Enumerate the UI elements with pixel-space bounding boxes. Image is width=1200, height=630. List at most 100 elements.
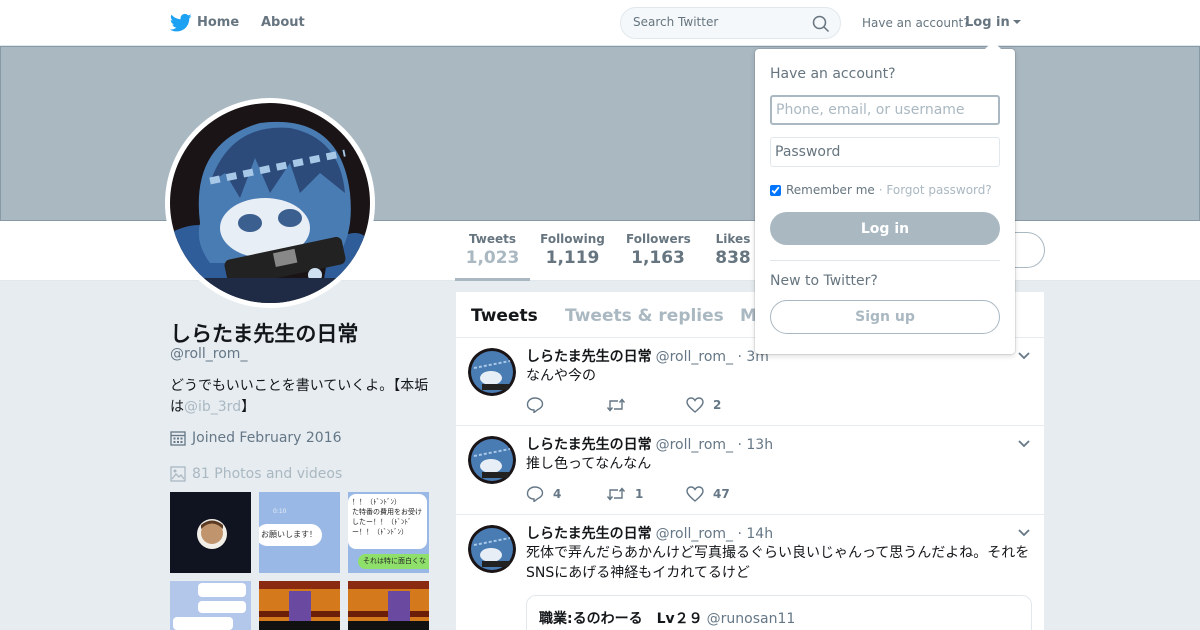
stat-followers[interactable]: Followers 1,163	[626, 232, 691, 268]
heart-icon	[686, 486, 704, 502]
tweet-avatar[interactable]	[468, 525, 516, 573]
tweet-author-name[interactable]: しらたま先生の日常	[526, 526, 652, 542]
twitter-bird-icon[interactable]	[170, 13, 192, 33]
tweet-author-handle[interactable]: @roll_rom_	[656, 437, 733, 453]
stat-value: 1,023	[465, 248, 520, 268]
tweet-header: しらたま先生の日常 @roll_rom_ · 3m	[526, 346, 769, 366]
photos-videos-link[interactable]: 81 Photos and videos	[170, 466, 342, 482]
tweet-author-handle[interactable]: @roll_rom_	[656, 349, 733, 365]
login-button[interactable]: Log in	[770, 212, 1000, 245]
quote-author-handle: @runosan11	[706, 611, 796, 627]
login-dropdown-title: Have an account?	[770, 66, 896, 82]
like-count: 47	[713, 487, 730, 501]
new-to-twitter-text: New to Twitter?	[770, 273, 878, 289]
avatar-image	[468, 436, 516, 484]
profile-avatar[interactable]	[165, 98, 375, 308]
thumbnail-bubble: お願いします！	[259, 524, 322, 546]
tweet[interactable]: しらたま先生の日常 @roll_rom_ · 14h 死体で弄んだらあかんけど写真…	[456, 515, 1044, 630]
thumbnail-text: ー！！（ﾄﾞﾝﾄﾞﾝ）	[352, 528, 408, 536]
heart-icon	[686, 397, 704, 413]
thumbnail-bubble	[198, 601, 246, 613]
search-input[interactable]	[633, 15, 808, 29]
tweet-timestamp[interactable]: · 13h	[738, 437, 774, 453]
retweet-icon	[606, 487, 626, 501]
search-box	[620, 7, 841, 39]
stat-likes[interactable]: Likes 838	[713, 232, 753, 268]
stat-label: Followers	[626, 232, 691, 246]
thumbnail-image	[197, 519, 227, 549]
media-thumbnail[interactable]	[348, 581, 429, 630]
password-field[interactable]	[770, 137, 1000, 167]
thumbnail-bubble	[198, 583, 246, 597]
avatar-image	[170, 103, 370, 303]
tweet-actions: 4 1 47	[526, 486, 766, 502]
signup-button[interactable]: Sign up	[770, 300, 1000, 334]
tweet-author-handle[interactable]: @roll_rom_	[656, 526, 733, 542]
remember-me-row: Remember me · Forgot password?	[770, 183, 992, 197]
photos-count-text: 81 Photos and videos	[192, 466, 343, 482]
profile-bio: どうでもいいことを書いていくよ。【本垢は@ib_3rd】	[170, 376, 435, 418]
retweet-button[interactable]: 1	[606, 487, 686, 501]
thumbnail-time: 0:10	[273, 508, 287, 515]
profile-handle[interactable]: @roll_rom_	[170, 346, 247, 362]
tweet-avatar[interactable]	[468, 436, 516, 484]
tab-tweets-replies[interactable]: Tweets & replies	[565, 306, 724, 326]
media-thumbnail[interactable]	[170, 492, 251, 573]
reply-icon	[526, 397, 544, 413]
avatar-image	[468, 348, 516, 396]
avatar-image	[468, 525, 516, 573]
retweet-icon	[606, 398, 626, 412]
thumbnail-image	[348, 581, 429, 630]
chevron-down-icon[interactable]	[1018, 440, 1030, 448]
thumbnail-bubble: それは特に面白くな	[358, 554, 429, 569]
stat-label: Tweets	[468, 232, 517, 246]
like-button[interactable]: 2	[686, 397, 766, 413]
nav-home-link[interactable]: Home	[197, 15, 239, 30]
stat-label: Likes	[715, 232, 751, 246]
top-navigation-bar: Home About Have an account? Log in	[0, 0, 1200, 46]
reply-button[interactable]	[526, 397, 606, 413]
profile-joined: Joined February 2016	[170, 430, 342, 446]
tweet-text: 推し色ってなんなん	[526, 456, 652, 472]
media-thumbnail[interactable]	[259, 581, 340, 630]
stat-following[interactable]: Following 1,119	[540, 232, 605, 268]
tweet-actions: 2	[526, 397, 766, 413]
divider	[770, 260, 1000, 261]
tweet-timestamp[interactable]: · 14h	[738, 526, 774, 542]
tweet-text: なんや今の	[526, 368, 596, 384]
tweet-author-name[interactable]: しらたま先生の日常	[526, 349, 652, 365]
media-thumbnail[interactable]: ！！（ﾄﾞﾝﾄﾞﾝ） た特番の費用をお受け したー！！（ﾄﾞﾝﾄﾞ ー！！（ﾄﾞ…	[348, 492, 429, 573]
tweet-header: しらたま先生の日常 @roll_rom_ · 13h	[526, 434, 773, 454]
quoted-tweet[interactable]: 職業:るのわーる Lv２９ @runosan11	[526, 595, 1032, 630]
reply-button[interactable]: 4	[526, 486, 606, 502]
like-button[interactable]: 47	[686, 486, 766, 502]
stat-value: 1,119	[545, 248, 600, 268]
media-thumbnail[interactable]	[170, 581, 251, 630]
bio-text-end: 】	[241, 399, 256, 415]
login-dropdown-toggle[interactable]: Log in	[965, 15, 1021, 30]
bio-mention-link[interactable]: @ib_3rd	[184, 399, 241, 415]
reply-icon	[526, 486, 544, 502]
have-account-text: Have an account?	[862, 16, 970, 30]
media-thumbnail[interactable]: 0:10 お願いします！	[259, 492, 340, 573]
nav-about-link[interactable]: About	[261, 15, 305, 30]
remember-me-label[interactable]: Remember me	[786, 183, 875, 197]
stat-tweets[interactable]: Tweets 1,023	[455, 232, 530, 281]
profile-name[interactable]: しらたま先生の日常	[170, 318, 358, 348]
thumbnail-text: したー！！（ﾄﾞﾝﾄﾞ	[352, 518, 412, 526]
stat-value: 1,163	[631, 248, 685, 268]
chevron-down-icon[interactable]	[1018, 529, 1030, 537]
search-icon[interactable]	[812, 15, 830, 33]
forgot-password-link[interactable]: · Forgot password?	[879, 183, 992, 197]
username-field[interactable]	[770, 95, 1000, 125]
tweet-header: しらたま先生の日常 @roll_rom_ · 14h	[526, 523, 773, 543]
tweet-author-name[interactable]: しらたま先生の日常	[526, 437, 652, 453]
retweet-button[interactable]	[606, 398, 686, 412]
remember-me-checkbox[interactable]	[770, 184, 781, 196]
thumbnail-text: ！！（ﾄﾞﾝﾄﾞﾝ）	[352, 498, 401, 506]
login-dropdown: Have an account? Remember me · Forgot pa…	[755, 41, 1015, 354]
tab-tweets[interactable]: Tweets	[471, 306, 538, 326]
tweet[interactable]: しらたま先生の日常 @roll_rom_ · 13h 推し色ってなんなん 4 1 …	[456, 426, 1044, 515]
chevron-down-icon[interactable]	[1018, 352, 1030, 360]
tweet-avatar[interactable]	[468, 348, 516, 396]
